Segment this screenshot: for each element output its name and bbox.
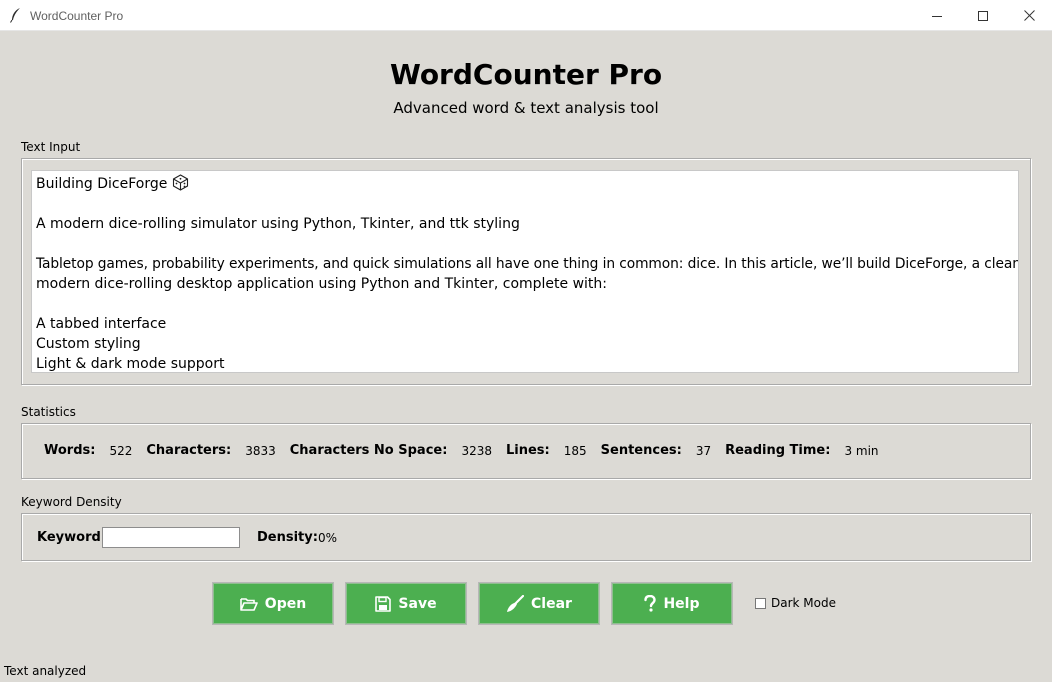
clear-button[interactable]: Clear bbox=[478, 582, 600, 625]
text-line: Tabletop games, probability experiments,… bbox=[36, 256, 1019, 272]
text-line: Building DiceForge bbox=[36, 174, 1014, 194]
density-label: Density: bbox=[257, 530, 318, 545]
open-button[interactable]: Open bbox=[212, 582, 334, 625]
text-line: A modern dice-rolling simulator using Py… bbox=[36, 216, 520, 232]
stat-value-lines: 185 bbox=[563, 443, 587, 458]
stat-value-sentences: 37 bbox=[695, 443, 712, 458]
save-button-label: Save bbox=[398, 595, 437, 612]
feather-icon bbox=[10, 8, 20, 23]
stat-label-reading-time: Reading Time: bbox=[725, 443, 831, 458]
window-title: WordCounter Pro bbox=[30, 9, 124, 23]
status-bar: Text analyzed bbox=[4, 664, 87, 678]
dark-mode-toggle[interactable]: Dark Mode bbox=[755, 596, 836, 610]
keyword-input[interactable] bbox=[102, 527, 240, 548]
floppy-disk-icon bbox=[375, 595, 392, 612]
keyword-density-label: Keyword Density bbox=[21, 495, 122, 509]
stat-label-characters: Characters: bbox=[146, 443, 232, 458]
text-input-area[interactable]: Building DiceForge A modern dice-rolling… bbox=[31, 170, 1019, 373]
density-value: 0% bbox=[318, 531, 338, 545]
statistics-row: Words: 522 Characters: 3833 Characters N… bbox=[44, 443, 893, 458]
stat-value-words: 522 bbox=[109, 443, 133, 458]
stat-label-sentences: Sentences: bbox=[600, 443, 682, 458]
app-subtitle: Advanced word & text analysis tool bbox=[393, 99, 659, 117]
broom-icon bbox=[507, 594, 525, 612]
question-mark-icon bbox=[644, 595, 657, 612]
title-bar: WordCounter Pro bbox=[0, 0, 1052, 31]
text-line: modern dice-rolling desktop application … bbox=[36, 276, 608, 292]
text-line bbox=[36, 234, 1014, 254]
dark-mode-checkbox[interactable] bbox=[755, 597, 766, 609]
text-line: Custom styling bbox=[36, 336, 141, 352]
close-icon bbox=[1023, 10, 1035, 21]
maximize-button[interactable] bbox=[960, 0, 1006, 31]
close-button[interactable] bbox=[1006, 0, 1052, 31]
minimize-button[interactable] bbox=[914, 0, 960, 31]
save-button[interactable]: Save bbox=[345, 582, 467, 625]
text-line: Light & dark mode support bbox=[36, 356, 225, 372]
minimize-icon bbox=[932, 15, 942, 17]
stat-label-lines: Lines: bbox=[505, 443, 550, 458]
die-icon bbox=[172, 174, 188, 191]
help-button-label: Help bbox=[663, 595, 700, 612]
text-line: A tabbed interface bbox=[36, 316, 167, 332]
maximize-icon bbox=[978, 10, 988, 21]
folder-open-icon bbox=[239, 597, 258, 611]
statistics-label: Statistics bbox=[21, 405, 76, 419]
stat-label-characters-no-space: Characters No Space: bbox=[289, 443, 448, 458]
text-line bbox=[36, 294, 1014, 314]
clear-button-label: Clear bbox=[531, 595, 572, 612]
keyword-label: Keyword: bbox=[37, 530, 106, 545]
stat-label-words: Words: bbox=[44, 443, 96, 458]
open-button-label: Open bbox=[264, 595, 307, 612]
app-title: WordCounter Pro bbox=[389, 58, 663, 91]
text-input-label: Text Input bbox=[21, 140, 81, 154]
stat-value-reading-time: 3 min bbox=[844, 443, 879, 458]
help-button[interactable]: Help bbox=[611, 582, 733, 625]
stat-value-characters-no-space: 3238 bbox=[461, 443, 492, 458]
text-line bbox=[36, 194, 1014, 214]
stat-value-characters: 3833 bbox=[245, 443, 276, 458]
dark-mode-label: Dark Mode bbox=[771, 596, 836, 610]
